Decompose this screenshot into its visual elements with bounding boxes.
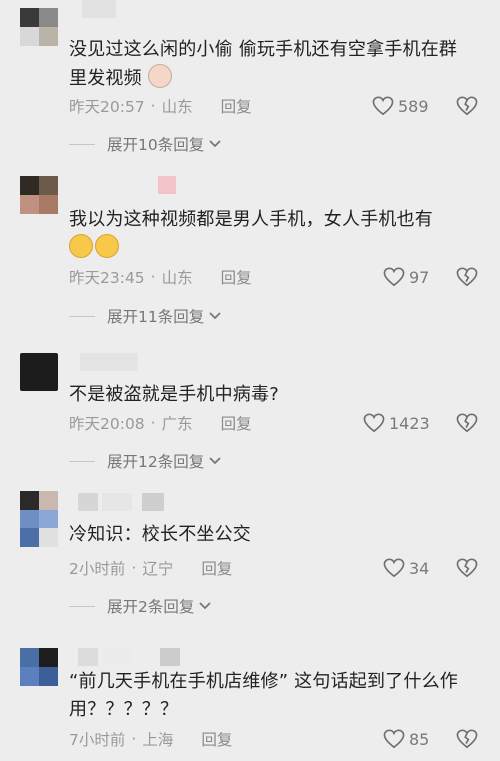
timestamp: 昨天23:45 — [69, 269, 145, 287]
expand-label: 展开12条回复 — [107, 453, 205, 471]
separator: · — [150, 97, 156, 115]
reply-button[interactable]: 回复 — [221, 95, 252, 117]
timestamp: 7小时前 — [69, 731, 126, 749]
expand-label: 展开2条回复 — [107, 598, 195, 616]
like-count: 85 — [409, 729, 430, 749]
like-button[interactable]: 85 — [383, 726, 429, 752]
expand-replies[interactable]: 展开2条回复 — [69, 594, 212, 618]
avatar[interactable] — [20, 176, 58, 214]
region: 山东 — [161, 98, 193, 116]
like-button[interactable]: 589 — [372, 93, 429, 119]
username-blurred[interactable] — [78, 648, 180, 666]
dislike-button[interactable] — [456, 726, 478, 752]
separator: · — [131, 559, 137, 577]
timestamp: 昨天20:08 — [69, 415, 145, 433]
expand-replies[interactable]: 展开11条回复 — [69, 304, 222, 328]
like-button[interactable]: 34 — [383, 555, 429, 581]
username-blurred[interactable] — [80, 353, 138, 371]
expand-label: 展开10条回复 — [107, 136, 205, 154]
divider-line — [69, 315, 95, 317]
region: 辽宁 — [142, 560, 174, 578]
avatar[interactable] — [20, 353, 58, 391]
comment-text: 不是被盗就是手机中病毒? — [69, 384, 279, 405]
broken-heart-icon — [456, 267, 478, 287]
comment-meta: 昨天20:57 · 山东 回复 — [69, 94, 252, 118]
reply-button[interactable]: 回复 — [201, 728, 232, 750]
divider-line — [69, 143, 95, 145]
divider-line — [69, 460, 95, 462]
heart-icon — [383, 267, 405, 287]
heart-icon — [383, 558, 405, 578]
comment-meta: 7小时前 · 上海 回复 — [69, 727, 232, 751]
comment-text: “前几天手机在手机店维修” 这句话起到了什么作用？？？？？ — [69, 671, 458, 720]
broken-heart-icon — [456, 413, 478, 433]
timestamp: 昨天20:57 — [69, 98, 145, 116]
comment-text: 没见过这么闲的小偷 偷玩手机还有空拿手机在群里发视频 — [69, 39, 458, 89]
dislike-button[interactable] — [456, 264, 478, 290]
comment-text: 我以为这种视频都是男人手机，女人手机也有 — [69, 206, 475, 263]
timestamp: 2小时前 — [69, 560, 126, 578]
username-blurred[interactable] — [158, 176, 176, 194]
avatar[interactable] — [20, 8, 58, 46]
chevron-down-icon — [199, 602, 212, 610]
username-blurred[interactable] — [82, 0, 116, 18]
crying-face-icon — [69, 234, 93, 258]
cat-face-icon — [147, 64, 172, 88]
broken-heart-icon — [456, 558, 478, 578]
laughing-tears-icon — [95, 234, 119, 258]
username-blurred[interactable] — [78, 493, 164, 511]
region: 广东 — [161, 415, 193, 433]
separator: · — [150, 414, 156, 432]
chevron-down-icon — [209, 457, 221, 465]
reply-button[interactable]: 回复 — [201, 557, 232, 579]
region: 山东 — [161, 269, 193, 287]
avatar[interactable] — [20, 648, 58, 686]
chevron-down-icon — [209, 312, 221, 320]
like-count: 97 — [409, 267, 430, 287]
comment-text: 冷知识：校长不坐公交 — [69, 524, 251, 545]
dislike-button[interactable] — [456, 410, 478, 436]
like-count: 589 — [398, 96, 429, 116]
reply-button[interactable]: 回复 — [221, 266, 252, 288]
like-count: 1423 — [389, 413, 430, 433]
heart-icon — [372, 96, 394, 116]
chevron-down-icon — [209, 140, 221, 148]
separator: · — [131, 730, 137, 748]
broken-heart-icon — [456, 96, 478, 116]
avatar[interactable] — [20, 491, 58, 547]
separator: · — [150, 268, 156, 286]
heart-icon — [383, 729, 405, 749]
heart-icon — [363, 413, 385, 433]
comment-meta: 昨天20:08 · 广东 回复 — [69, 411, 252, 435]
like-count: 34 — [409, 558, 430, 578]
comment-meta: 昨天23:45 · 山东 回复 — [69, 265, 252, 289]
reply-button[interactable]: 回复 — [221, 412, 252, 434]
divider-line — [69, 605, 95, 607]
like-button[interactable]: 97 — [383, 264, 429, 290]
expand-replies[interactable]: 展开12条回复 — [69, 449, 222, 473]
broken-heart-icon — [456, 729, 478, 749]
like-button[interactable]: 1423 — [363, 410, 430, 436]
dislike-button[interactable] — [456, 555, 478, 581]
comment-meta: 2小时前 · 辽宁 回复 — [69, 556, 232, 580]
dislike-button[interactable] — [456, 93, 478, 119]
region: 上海 — [142, 731, 174, 749]
expand-replies[interactable]: 展开10条回复 — [69, 132, 222, 156]
expand-label: 展开11条回复 — [107, 308, 205, 326]
